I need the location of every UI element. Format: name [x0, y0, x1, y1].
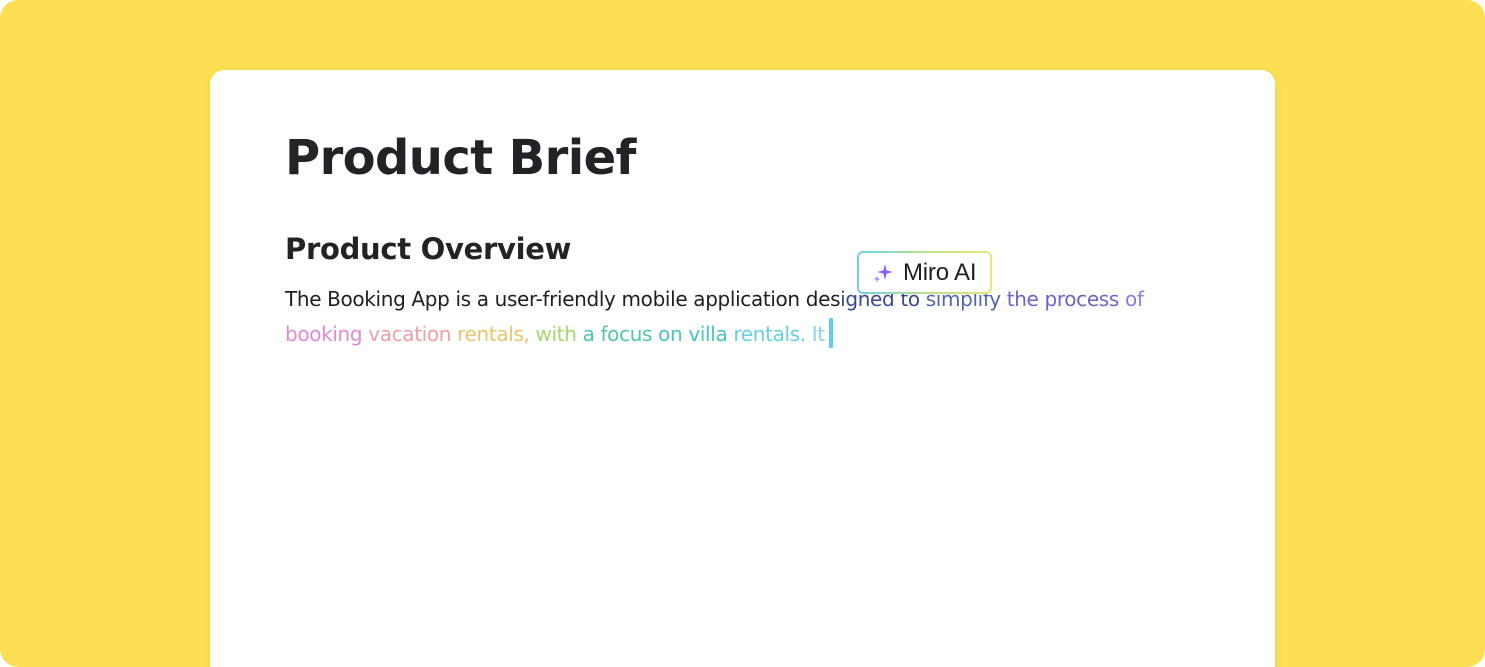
text-segment: vacation [368, 322, 458, 346]
overview-paragraph[interactable]: The Booking App is a user-friendly mobil… [285, 282, 1215, 352]
sparkle-icon [873, 263, 893, 282]
text-segment: The Booking App is a user-friendly mobil… [285, 287, 841, 311]
text-segment: the process [1006, 287, 1125, 311]
app-background: Product Brief Product Overview The Booki… [0, 0, 1485, 667]
document-card: Product Brief Product Overview The Booki… [210, 70, 1275, 667]
miro-ai-badge[interactable]: Miro AI [857, 251, 992, 294]
ai-typing-caret [828, 318, 833, 348]
text-segment: booking [285, 322, 369, 346]
text-segment: It [811, 322, 825, 346]
document-title[interactable]: Product Brief [285, 128, 636, 188]
ai-badge-label: Miro AI [903, 258, 977, 286]
text-segment: rentals. [733, 322, 812, 346]
text-segment: rentals, [457, 322, 536, 346]
text-segment: with [535, 322, 583, 346]
text-segment: of [1124, 287, 1144, 311]
text-segment: on villa [658, 322, 734, 346]
text-segment: a focus [582, 322, 659, 346]
section-heading[interactable]: Product Overview [285, 230, 571, 268]
